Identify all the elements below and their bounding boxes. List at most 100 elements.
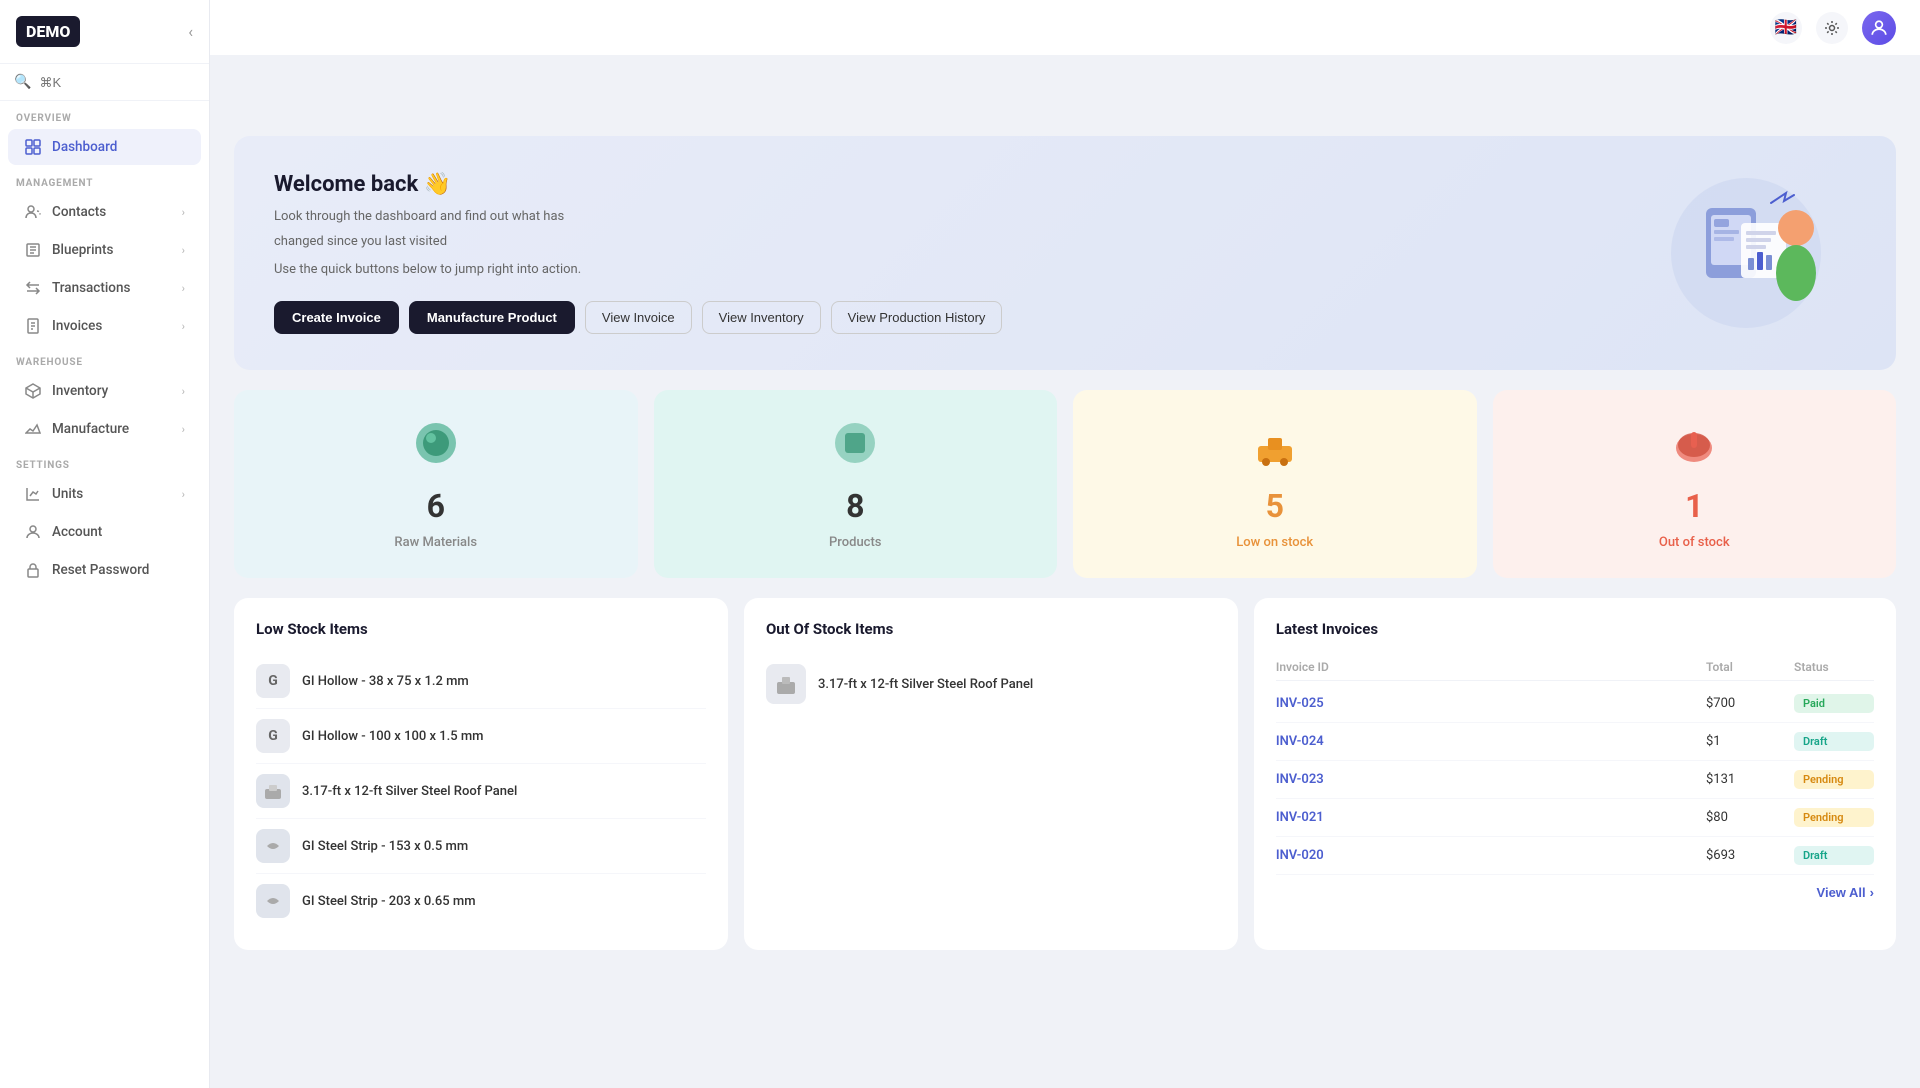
nav-section-overview: OVERVIEW [0, 101, 209, 128]
invoice-table-header: Invoice ID Total Status [1276, 654, 1874, 681]
blueprint-icon [24, 241, 42, 259]
chevron-right-icon: › [182, 423, 185, 436]
stat-card-out-of-stock[interactable]: 1 Out of stock [1493, 390, 1897, 578]
sidebar-item-manufacture[interactable]: Manufacture › [8, 411, 201, 447]
users-icon [24, 203, 42, 221]
invoice-id[interactable]: INV-023 [1276, 772, 1698, 787]
sidebar-item-label: Inventory [52, 383, 108, 399]
view-all-row: View All › [1276, 885, 1874, 900]
view-all-button[interactable]: View All › [1817, 885, 1874, 900]
sidebar-item-dashboard[interactable]: Dashboard [8, 129, 201, 165]
manufacture-icon [24, 420, 42, 438]
status-badge: Draft [1794, 846, 1874, 865]
sidebar-item-label: Transactions [52, 280, 130, 296]
status-badge: Paid [1794, 694, 1874, 713]
account-icon [24, 523, 42, 541]
raw-materials-icon [411, 418, 461, 477]
view-inventory-button[interactable]: View Inventory [702, 301, 821, 334]
logo: DEMO [16, 16, 80, 47]
nav-section-management: MANAGEMENT [0, 166, 209, 193]
stat-number: 8 [846, 487, 864, 525]
search-icon: 🔍 [14, 74, 31, 90]
invoice-total: $131 [1706, 772, 1786, 787]
manufacture-product-button[interactable]: Manufacture Product [409, 301, 575, 334]
status-badge: Pending [1794, 808, 1874, 827]
sidebar-item-contacts[interactable]: Contacts › [8, 194, 201, 230]
stat-label: Out of stock [1659, 535, 1730, 550]
view-production-history-button[interactable]: View Production History [831, 301, 1003, 334]
collapse-button[interactable]: ‹ [188, 22, 193, 41]
invoice-id[interactable]: INV-021 [1276, 810, 1698, 825]
stat-label: Low on stock [1236, 535, 1313, 550]
banner-subtitle3: Use the quick buttons below to jump righ… [274, 260, 1002, 281]
nav-section-warehouse: WAREHOUSE [0, 345, 209, 372]
list-item: 3.17-ft x 12-ft Silver Steel Roof Panel [256, 764, 706, 819]
item-avatar [766, 664, 806, 704]
grid-icon [24, 138, 42, 156]
invoice-total: $80 [1706, 810, 1786, 825]
lock-icon [24, 561, 42, 579]
banner-illustration [1636, 168, 1856, 338]
banner-subtitle2: changed since you last visited [274, 232, 1002, 253]
settings-icon-button[interactable] [1816, 12, 1848, 44]
bottom-grid: Low Stock Items G GI Hollow - 38 x 75 x … [234, 598, 1896, 950]
stat-number: 1 [1685, 487, 1703, 525]
sidebar-item-label: Dashboard [52, 139, 117, 155]
stat-number: 6 [427, 487, 445, 525]
table-row: INV-024 $1 Draft [1276, 723, 1874, 761]
sidebar-item-invoices[interactable]: Invoices › [8, 308, 201, 344]
list-item: 3.17-ft x 12-ft Silver Steel Roof Panel [766, 654, 1216, 714]
status-badge: Pending [1794, 770, 1874, 789]
invoices-panel: Latest Invoices Invoice ID Total Status … [1254, 598, 1896, 950]
sidebar-item-units[interactable]: Units › [8, 476, 201, 512]
sidebar: DEMO ‹ 🔍 OVERVIEW Dashboard MANAGEMENT C… [0, 0, 210, 1088]
table-row: INV-025 $700 Paid [1276, 685, 1874, 723]
item-avatar [256, 774, 290, 808]
chevron-right-icon: › [1870, 885, 1874, 900]
invoice-id[interactable]: INV-020 [1276, 848, 1698, 863]
col-status: Status [1794, 660, 1874, 674]
chevron-right-icon: › [182, 282, 185, 295]
stat-cards: 6 Raw Materials 8 Products 5 Low on stoc… [234, 390, 1896, 578]
units-icon [24, 485, 42, 503]
list-item: G GI Hollow - 100 x 100 x 1.5 mm [256, 709, 706, 764]
low-stock-panel: Low Stock Items G GI Hollow - 38 x 75 x … [234, 598, 728, 950]
nav-section-settings: SETTINGS [0, 448, 209, 475]
out-of-stock-icon [1669, 418, 1719, 477]
sidebar-item-label: Manufacture [52, 421, 129, 437]
search-input[interactable] [39, 75, 210, 90]
table-row: INV-020 $693 Draft [1276, 837, 1874, 875]
invoice-id[interactable]: INV-024 [1276, 734, 1698, 749]
topbar: 🇬🇧 [210, 0, 1920, 56]
view-invoice-button[interactable]: View Invoice [585, 301, 692, 334]
user-avatar[interactable] [1862, 11, 1896, 45]
col-id: Invoice ID [1276, 660, 1698, 674]
search-bar[interactable]: 🔍 [0, 64, 209, 101]
sidebar-item-label: Blueprints [52, 242, 113, 258]
invoice-icon [24, 317, 42, 335]
col-total: Total [1706, 660, 1786, 674]
invoice-total: $700 [1706, 696, 1786, 711]
invoice-id[interactable]: INV-025 [1276, 696, 1698, 711]
item-name: GI Hollow - 38 x 75 x 1.2 mm [302, 674, 469, 689]
sidebar-item-blueprints[interactable]: Blueprints › [8, 232, 201, 268]
item-avatar [256, 884, 290, 918]
item-name: 3.17-ft x 12-ft Silver Steel Roof Panel [818, 677, 1033, 692]
welcome-actions: Create Invoice Manufacture Product View … [274, 301, 1002, 334]
invoices-title: Latest Invoices [1276, 620, 1874, 638]
create-invoice-button[interactable]: Create Invoice [274, 301, 399, 334]
sidebar-item-label: Units [52, 486, 83, 502]
stat-card-products[interactable]: 8 Products [654, 390, 1058, 578]
stat-label: Raw Materials [394, 535, 477, 550]
sidebar-item-label: Contacts [52, 204, 106, 220]
sidebar-item-reset-password[interactable]: Reset Password [8, 552, 201, 588]
stat-label: Products [829, 535, 881, 550]
stat-card-low-stock[interactable]: 5 Low on stock [1073, 390, 1477, 578]
sidebar-item-account[interactable]: Account [8, 514, 201, 550]
stat-card-raw-materials[interactable]: 6 Raw Materials [234, 390, 638, 578]
sidebar-item-inventory[interactable]: Inventory › [8, 373, 201, 409]
language-selector[interactable]: 🇬🇧 [1770, 12, 1802, 44]
sidebar-item-transactions[interactable]: Transactions › [8, 270, 201, 306]
invoice-total: $1 [1706, 734, 1786, 749]
item-name: GI Hollow - 100 x 100 x 1.5 mm [302, 729, 484, 744]
